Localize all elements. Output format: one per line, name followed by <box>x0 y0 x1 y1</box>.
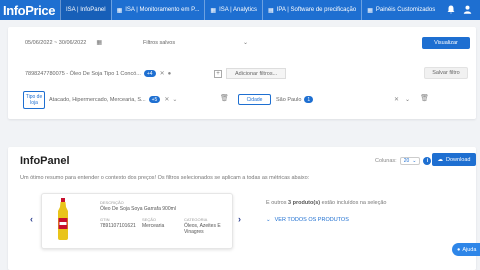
saved-filters-select[interactable]: Filtros salvos ⌄ <box>143 39 248 47</box>
columns-control: Colunas: 20 ⌄ i <box>375 157 432 165</box>
store-type-select[interactable]: Atacado, Hipermercado, Mercearia, S... +… <box>49 96 177 103</box>
chevron-right-icon[interactable]: › <box>238 214 241 224</box>
tab-isa-analytics[interactable]: ▦ ISA | Analytics <box>204 0 262 20</box>
grid-icon: ▦ <box>367 7 373 14</box>
description-value: Óleo De Soja Soya Garrafa 900ml <box>100 206 176 212</box>
chevron-down-icon: ⌄ <box>242 40 248 46</box>
top-navigation-bar: InfoPrice ISA | InfoPanel ▦ ISA | Monitor… <box>0 0 480 20</box>
date-range-value: 05/06/2022 ~ 30/06/2022 <box>25 39 87 46</box>
tab-isa-infopanel[interactable]: ISA | InfoPanel <box>60 0 111 20</box>
product-select[interactable]: 7898247780075 - Óleo De Soja Tipo 1 Conc… <box>25 70 171 77</box>
chevron-left-icon[interactable]: ‹ <box>30 214 33 224</box>
see-all-label: VER TODOS OS PRODUTOS <box>274 217 349 223</box>
trash-icon[interactable]: 🗑 <box>220 94 229 102</box>
see-all-products-link[interactable]: ⌄ VER TODOS OS PRODUTOS <box>266 217 349 223</box>
top-right-actions <box>447 0 472 20</box>
clear-icon[interactable]: ✕ <box>160 70 165 77</box>
more-count: 3 produto(s) <box>288 200 321 206</box>
chevron-down-icon: ⌄ <box>404 97 410 103</box>
clear-icon[interactable]: ✕ <box>394 96 399 103</box>
product-image <box>58 198 68 240</box>
tab-isa-monitoramento[interactable]: ▦ ISA | Monitoramento em P... <box>110 0 205 20</box>
gtin-value: 7891107101621 <box>100 223 136 229</box>
columns-label: Colunas: <box>375 158 397 164</box>
clear-icon[interactable]: ✕ <box>164 96 169 103</box>
product-count-badge: +4 <box>143 70 156 77</box>
tab-ipa-software[interactable]: ▦ IPA | Software de precificação <box>262 0 361 20</box>
city-select[interactable]: São Paulo 1 ✕ ⌄ <box>276 96 410 103</box>
chevron-down-icon: ⌄ <box>266 217 271 223</box>
help-label: Ajuda <box>462 246 477 253</box>
more-products-text: E outros 3 produto(s) estão incluídos na… <box>266 200 386 206</box>
store-type-chip[interactable]: Tipo de loja <box>23 91 45 109</box>
cloud-download-icon: ☁ <box>437 156 444 163</box>
help-button[interactable]: ● Ajuda <box>452 243 480 256</box>
columns-value: 20 <box>403 158 410 164</box>
category-value: Óleos, Azeites E Vinagres <box>184 223 221 235</box>
city-select-inner: São Paulo 1 <box>276 96 314 103</box>
download-button[interactable]: ☁ Download <box>432 153 476 166</box>
tab-label: ISA | Analytics <box>219 7 258 13</box>
category-label: CATEGORIA <box>184 217 208 222</box>
description-label: DESCRIÇÃO <box>100 200 124 205</box>
store-type-count-badge: +5 <box>148 96 161 103</box>
save-filter-button[interactable]: Salvar filtro <box>424 67 468 79</box>
city-controls: ✕ ⌄ <box>390 96 410 103</box>
city-chip[interactable]: Cidade <box>238 94 271 105</box>
date-range-picker[interactable]: 05/06/2022 ~ 30/06/2022 ▦ <box>25 39 102 47</box>
add-filter-control[interactable]: + Adicionar filtros... <box>214 68 287 79</box>
saved-filters-placeholder: Filtros salvos <box>143 39 176 46</box>
grid-icon: ▦ <box>268 7 274 14</box>
tab-label: ISA | Monitoramento em P... <box>125 7 200 13</box>
more-suffix: estão incluídos na seleção <box>321 200 387 206</box>
logo[interactable]: InfoPrice <box>0 0 60 20</box>
chevron-down-icon: ⌄ <box>412 158 417 164</box>
visualize-button[interactable]: Visualizar <box>422 37 470 49</box>
gtin-label: GTIN <box>100 217 110 222</box>
trash-icon[interactable]: 🗑 <box>420 94 429 102</box>
tab-label: IPA | Software de precificação <box>276 7 357 13</box>
product-card: DESCRIÇÃO Óleo De Soja Soya Garrafa 900m… <box>41 193 233 249</box>
page-title: InfoPanel <box>20 155 70 167</box>
help-icon: ● <box>457 246 461 253</box>
download-label: Download <box>446 156 471 163</box>
calendar-icon: ▦ <box>96 40 102 46</box>
plus-icon[interactable]: + <box>214 69 222 78</box>
nav-tabs: ISA | InfoPanel ▦ ISA | Monitoramento em … <box>60 0 440 20</box>
logo-text: InfoPrice <box>3 2 56 18</box>
panel-description: Um ótimo resumo para entender o contexto… <box>20 175 310 181</box>
section-label: SEÇÃO <box>142 217 157 222</box>
user-icon[interactable] <box>463 5 472 16</box>
city-value: São Paulo <box>276 96 302 103</box>
chevron-down-icon: ⌄ <box>172 97 178 103</box>
section-value: Mercearia <box>142 223 165 229</box>
city-count-badge: 1 <box>304 96 314 103</box>
infopanel-card: InfoPanel Colunas: 20 ⌄ i ☁ Download Um … <box>8 147 476 270</box>
more-prefix: E outros <box>266 200 287 206</box>
add-filter-label[interactable]: Adicionar filtros... <box>226 68 287 79</box>
grid-icon: ▦ <box>116 7 123 14</box>
tab-label: ISA | InfoPanel <box>66 7 106 13</box>
columns-select[interactable]: 20 ⌄ <box>399 157 421 165</box>
store-type-value: Atacado, Hipermercado, Mercearia, S... <box>49 96 146 103</box>
filters-card: 05/06/2022 ~ 30/06/2022 ▦ Filtros salvos… <box>8 27 476 119</box>
bell-icon[interactable] <box>447 5 455 16</box>
grid-icon: ▦ <box>210 7 217 14</box>
info-icon[interactable]: i <box>423 157 432 165</box>
tab-label: Painéis Customizados <box>375 7 436 13</box>
info-icon[interactable]: ● <box>168 71 172 77</box>
tab-paineis-customizados[interactable]: ▦ Painéis Customizados <box>361 0 440 20</box>
product-value: 7898247780075 - Óleo De Soja Tipo 1 Conc… <box>25 70 141 77</box>
